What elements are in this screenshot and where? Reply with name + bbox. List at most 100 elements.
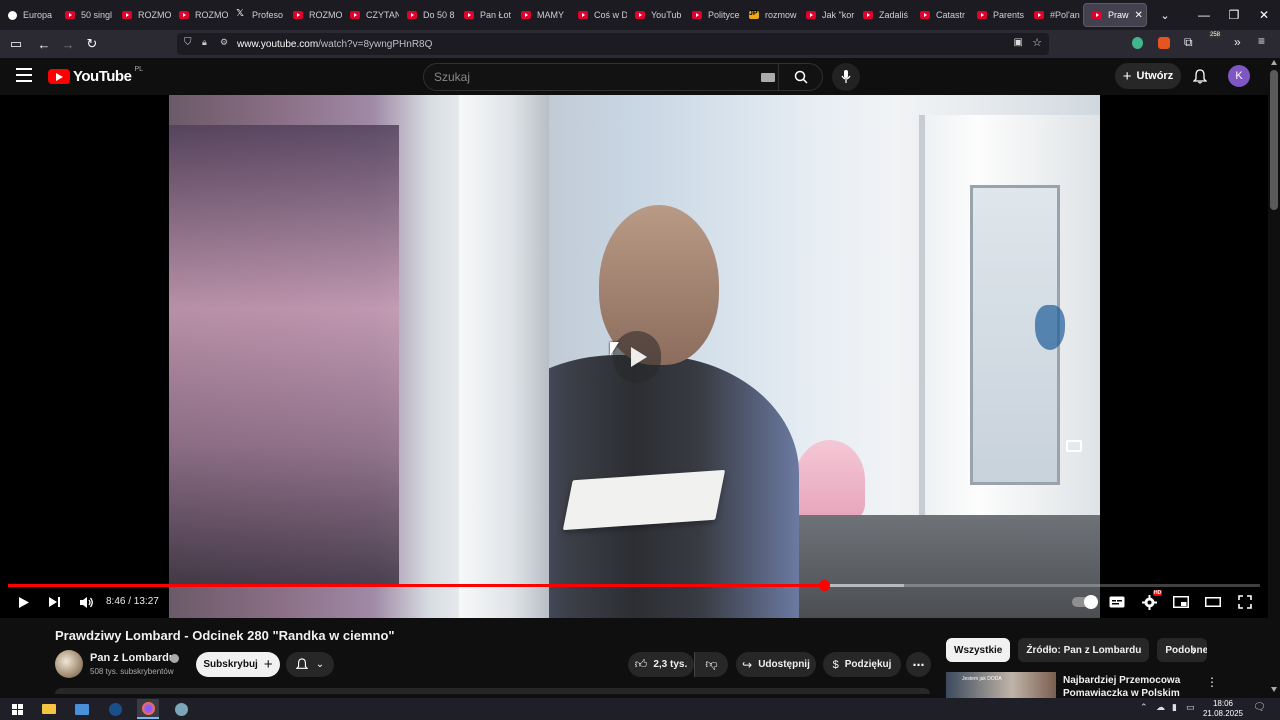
notifications-dropdown-button[interactable]: ⌄: [286, 652, 334, 677]
extension-fox-icon[interactable]: [1158, 37, 1170, 49]
browser-tab[interactable]: ROZMO: [114, 0, 171, 30]
volume-button[interactable]: [76, 591, 96, 613]
plus-icon: +: [263, 656, 273, 673]
vpn-shield-icon[interactable]: [1132, 37, 1143, 49]
minimize-icon[interactable]: —: [1189, 0, 1219, 30]
channel-name[interactable]: Pan z Lombardu: [90, 652, 176, 664]
restore-icon[interactable]: ❐: [1219, 0, 1249, 30]
permissions-icon[interactable]: ⚙︎: [220, 37, 228, 48]
chevron-right-icon[interactable]: ›: [1192, 644, 1196, 658]
subtitles-button[interactable]: [1106, 591, 1128, 613]
browser-tab[interactable]: Jak "kor: [798, 0, 855, 30]
notification-center-icon[interactable]: 🗨︎: [1253, 702, 1266, 713]
sidebar-toggle-icon[interactable]: ▭: [4, 32, 28, 56]
extension-badge-icon[interactable]: 258: [1209, 32, 1223, 49]
keyboard-icon[interactable]: [761, 73, 775, 82]
browser-tab[interactable]: Parents: [969, 0, 1026, 30]
onedrive-cloud-icon[interactable]: ☁: [1156, 702, 1165, 713]
shield-icon[interactable]: ⛉: [184, 37, 192, 48]
tab-label: CZYTAN: [366, 10, 399, 20]
browser-tab[interactable]: Do 50 8: [399, 0, 456, 30]
scroll-down-arrow-icon[interactable]: [1271, 687, 1277, 692]
browser-tab[interactable]: Europa: [0, 0, 57, 30]
chip-related[interactable]: Podobne: [1157, 638, 1208, 662]
more-actions-button[interactable]: ⋯: [906, 652, 931, 677]
browser-tab[interactable]: rozmow: [741, 0, 798, 30]
extensions-puzzle-icon[interactable]: ⧉: [1184, 35, 1193, 50]
network-icon[interactable]: ▭: [1186, 702, 1195, 713]
overflow-menu-icon[interactable]: »: [1234, 35, 1241, 49]
windows-start-icon[interactable]: [6, 699, 28, 719]
progress-bar[interactable]: [8, 580, 1260, 591]
browser-tab[interactable]: Polityce: [684, 0, 741, 30]
fullscreen-button[interactable]: [1234, 591, 1256, 613]
lock-icon[interactable]: 🔒︎: [202, 37, 207, 48]
hamburger-menu-icon[interactable]: ≡: [1258, 34, 1265, 48]
browser-tab-active[interactable]: Praw ✕: [1083, 3, 1147, 27]
close-tab-icon[interactable]: ✕: [1135, 10, 1143, 21]
search-input[interactable]: [434, 70, 754, 84]
more-vertical-icon[interactable]: ⋮: [1206, 675, 1218, 689]
theater-mode-button[interactable]: [1202, 591, 1224, 613]
scrollbar-thumb[interactable]: [1270, 70, 1278, 210]
bookmark-star-icon[interactable]: ☆: [1032, 36, 1042, 49]
microphone-tray-icon[interactable]: ▮: [1172, 702, 1177, 713]
scroll-up-arrow-icon[interactable]: [1271, 60, 1277, 65]
voice-search-button[interactable]: [832, 63, 860, 91]
youtube-logo[interactable]: YouTube PL: [48, 66, 143, 85]
next-button[interactable]: [44, 591, 64, 613]
search-box: [423, 63, 823, 91]
browser-tab[interactable]: Coś w D: [570, 0, 627, 30]
url-bar[interactable]: ⛉ 🔒︎ ⚙︎ www.youtube.com/watch?v=8ywngPHn…: [177, 33, 1049, 55]
chevron-down-icon[interactable]: ⌄: [1155, 9, 1175, 22]
app-icon[interactable]: [170, 699, 192, 719]
autoplay-toggle[interactable]: [1072, 595, 1098, 609]
browser-tab[interactable]: #Pol'an: [1026, 0, 1083, 30]
steam-icon[interactable]: [104, 699, 126, 719]
browser-tab[interactable]: Profeso: [228, 0, 285, 30]
channel-avatar[interactable]: [55, 650, 83, 678]
file-explorer-icon[interactable]: [38, 699, 60, 719]
guide-menu-icon[interactable]: [16, 68, 32, 82]
thanks-button[interactable]: $ Podziękuj: [823, 652, 901, 677]
dislike-button[interactable]: 👎︎: [694, 652, 728, 677]
notifications-button[interactable]: [1190, 66, 1210, 86]
search-button[interactable]: [778, 64, 822, 90]
close-window-icon[interactable]: ✕: [1249, 0, 1279, 30]
reload-icon[interactable]: ↻: [80, 32, 104, 56]
recommendation-title[interactable]: Najbardziej Przemocowa Pomawiaczka w Pol…: [1063, 674, 1203, 698]
video-player[interactable]: 8:46 / 13:27 HD: [0, 95, 1268, 618]
browser-tab[interactable]: ROZMO: [285, 0, 342, 30]
browser-tab[interactable]: MAMY: [513, 0, 570, 30]
description-box[interactable]: [55, 688, 930, 694]
play-button[interactable]: [14, 591, 34, 613]
expand-overlay-icon[interactable]: [1066, 440, 1082, 452]
chip-from-channel[interactable]: Źródło: Pan z Lombardu: [1018, 638, 1150, 662]
account-avatar[interactable]: K: [1228, 65, 1250, 87]
browser-tab[interactable]: YouTub: [627, 0, 684, 30]
taskbar-clock[interactable]: 18:06 21.08.2025: [1200, 699, 1246, 719]
browser-tab[interactable]: 50 singl: [57, 0, 114, 30]
chip-all[interactable]: Wszystkie: [946, 638, 1011, 662]
like-button[interactable]: 👍︎ 2,3 tys.: [628, 652, 694, 677]
share-button[interactable]: ↪ Udostępnij: [736, 652, 816, 677]
like-count: 2,3 tys.: [653, 659, 688, 670]
page-scrollbar[interactable]: [1268, 58, 1280, 698]
browser-navbar: ▭ ← → ↻ ⛉ 🔒︎ ⚙︎ www.youtube.com/watch?v=…: [0, 30, 1280, 58]
computer-icon[interactable]: [71, 699, 93, 719]
big-play-icon[interactable]: [613, 331, 661, 383]
browser-tab[interactable]: CZYTAN: [342, 0, 399, 30]
tray-chevron-up-icon[interactable]: ⌃: [1140, 702, 1148, 713]
miniplayer-button[interactable]: [1170, 591, 1192, 613]
tab-label: Catastr: [936, 10, 966, 20]
browser-tab[interactable]: Zadaliś: [855, 0, 912, 30]
firefox-icon[interactable]: [137, 699, 159, 719]
browser-tab[interactable]: ROZMO: [171, 0, 228, 30]
subscribe-button[interactable]: Subskrybuj +: [196, 652, 280, 677]
forward-arrow-icon[interactable]: →: [56, 32, 80, 56]
create-button[interactable]: + Utwórz: [1115, 63, 1181, 89]
browser-tab[interactable]: Pan Łot: [456, 0, 513, 30]
browser-tab[interactable]: Catastr: [912, 0, 969, 30]
back-arrow-icon[interactable]: ←: [32, 32, 56, 56]
reader-view-icon[interactable]: ▣: [1014, 37, 1023, 48]
